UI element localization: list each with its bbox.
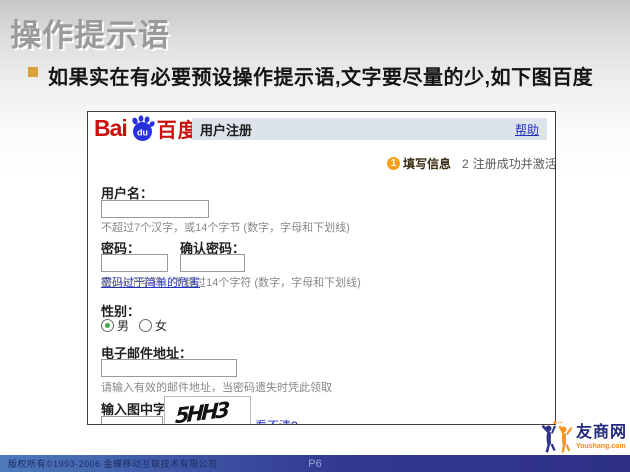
password-hint-text: 最少6个字符，不超过14个字符 (数字，字母和下划线) [101, 274, 361, 290]
gender-male-option[interactable]: 男 [101, 317, 129, 334]
svg-text:du: du [137, 128, 148, 138]
captcha-input[interactable] [101, 416, 163, 425]
step1-badge: 1 [387, 157, 400, 170]
radio-male-icon[interactable] [101, 319, 114, 332]
bullet-item: 如果实在有必要预设操作提示语,文字要尽量的少,如下图百度 [28, 61, 618, 90]
confirm-password-input[interactable] [180, 254, 245, 272]
youshang-figures-icon [538, 420, 574, 454]
step1-label: 填写信息 [403, 155, 451, 172]
email-hint: 请输入有效的邮件地址，当密码遗失时凭此领取 [101, 379, 332, 395]
help-link[interactable]: 帮助 [515, 121, 539, 138]
bullet-text: 如果实在有必要预设操作提示语,文字要尽量的少,如下图百度 [48, 61, 593, 90]
bullet-square-icon [28, 67, 38, 77]
captcha-refresh-link[interactable]: 看不清? [255, 417, 298, 425]
baidu-register-screenshot: Bai du 百度 用户注册 帮助 1 填写信息 2 注册成功并激活空间 用户名… [87, 111, 556, 425]
page-number: P6 [0, 458, 630, 470]
gender-female-label: 女 [155, 317, 167, 334]
step2-number: 2 [462, 157, 469, 171]
youshang-logo: 友商网 Youshang.com [538, 420, 627, 454]
baidu-logo-bai: Bai [94, 115, 127, 142]
form-title: 用户注册 [200, 120, 252, 139]
baidu-logo: Bai du 百度 [94, 114, 199, 143]
captcha-text: 5HH3 [175, 398, 228, 425]
username-input[interactable] [101, 200, 209, 218]
footer-bar: 版权所有©1993-2006 金蝶移动互联技术有限公司 P6 [0, 455, 630, 472]
radio-female-icon[interactable] [139, 319, 152, 332]
gender-radio-group: 男 女 [101, 317, 177, 334]
email-input[interactable] [101, 359, 237, 377]
form-title-bar: 用户注册 帮助 [192, 118, 547, 140]
captcha-image: 5HH3 [164, 396, 251, 425]
gender-female-option[interactable]: 女 [139, 317, 167, 334]
baidu-paw-icon: du [129, 115, 156, 142]
youshang-domain: Youshang.com [576, 443, 627, 450]
gender-male-label: 男 [117, 317, 129, 334]
youshang-name: 友商网 [576, 425, 627, 441]
password-hint: 最少6个字符，不超过14个字符 (数字，字母和下划线)密码过于简单的危害 [101, 274, 200, 290]
step2-label: 注册成功并激活空间 [473, 155, 556, 172]
step-indicator: 1 填写信息 2 注册成功并激活空间 [387, 155, 556, 172]
page-title: 操作提示语 [10, 10, 170, 55]
password-input[interactable] [101, 254, 168, 272]
username-hint: 不超过7个汉字，或14个字节 (数字，字母和下划线) [101, 219, 350, 235]
